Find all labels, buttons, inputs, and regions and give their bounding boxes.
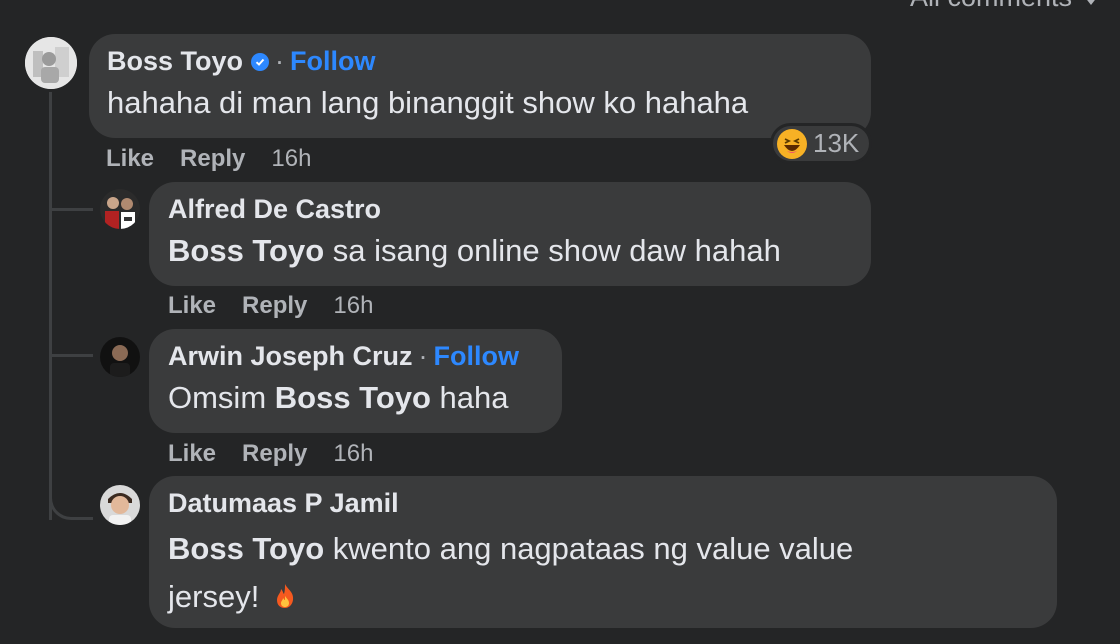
comment-actions: Like Reply 16h [106,145,311,173]
follow-button[interactable]: Follow [434,341,519,372]
chevron-down-icon [1084,0,1098,5]
separator-dot: · [275,46,285,76]
reply-button[interactable]: Reply [242,292,307,320]
separator-dot: · [418,341,428,371]
comment-text: Boss Toyo kwento ang nagpataas ng value … [168,525,1038,623]
like-button[interactable]: Like [168,440,216,468]
comment-bubble: Datumaas P Jamil Boss Toyo kwento ang na… [149,476,1057,628]
comment-timestamp[interactable]: 16h [333,440,373,468]
comment-text-body: sa isang online show daw hahah [324,233,781,268]
avatar[interactable] [100,337,140,377]
avatar[interactable] [100,485,140,525]
comment-text-body: jersey! [168,579,260,614]
reaction-summary[interactable]: 13K [773,126,870,161]
verified-badge-icon [251,52,270,71]
comment-actions: Like Reply 16h [168,440,373,468]
haha-reaction-icon [777,128,807,159]
mention-link[interactable]: Boss Toyo [275,380,431,415]
fire-emoji-icon [274,575,296,623]
comment-actions: Like Reply 16h [168,292,373,320]
avatar[interactable] [25,37,77,89]
comment-text: hahaha di man lang binanggit show ko hah… [107,85,749,120]
thread-connector-curve [49,476,93,520]
reaction-count: 13K [813,128,860,158]
comment-bubble: Arwin Joseph Cruz · Follow Omsim Boss To… [149,329,562,433]
comment-timestamp[interactable]: 16h [333,292,373,320]
comment-text-body: Omsim [168,380,275,415]
comment-author[interactable]: Alfred De Castro [168,194,852,225]
comment-bubble: Alfred De Castro Boss Toyo sa isang onli… [149,182,871,286]
comment-bubble: Boss Toyo · Follow hahaha di man lang bi… [89,34,871,138]
thread-connector [49,354,93,357]
like-button[interactable]: Like [168,292,216,320]
comment-text-body: haha [430,380,509,415]
all-comments-filter[interactable]: All comments [910,0,1098,13]
all-comments-label: All comments [910,0,1072,13]
comment-text-body: kwento ang nagpataas ng value value [324,531,854,566]
comment-author[interactable]: Boss Toyo [107,46,243,77]
mention-link[interactable]: Boss Toyo [168,531,324,566]
thread-connector [49,208,93,211]
follow-button[interactable]: Follow [290,46,375,77]
avatar[interactable] [100,189,140,229]
thread-line-vertical [49,92,52,520]
comment-timestamp[interactable]: 16h [271,145,311,173]
reply-button[interactable]: Reply [180,145,245,173]
comment-text: Omsim Boss Toyo haha [168,378,543,418]
comment-author[interactable]: Datumaas P Jamil [168,488,1038,519]
mention-link[interactable]: Boss Toyo [168,233,324,268]
like-button[interactable]: Like [106,145,154,173]
reply-button[interactable]: Reply [242,440,307,468]
comment-author[interactable]: Arwin Joseph Cruz [168,341,413,372]
comment-text: Boss Toyo sa isang online show daw hahah [168,231,852,271]
